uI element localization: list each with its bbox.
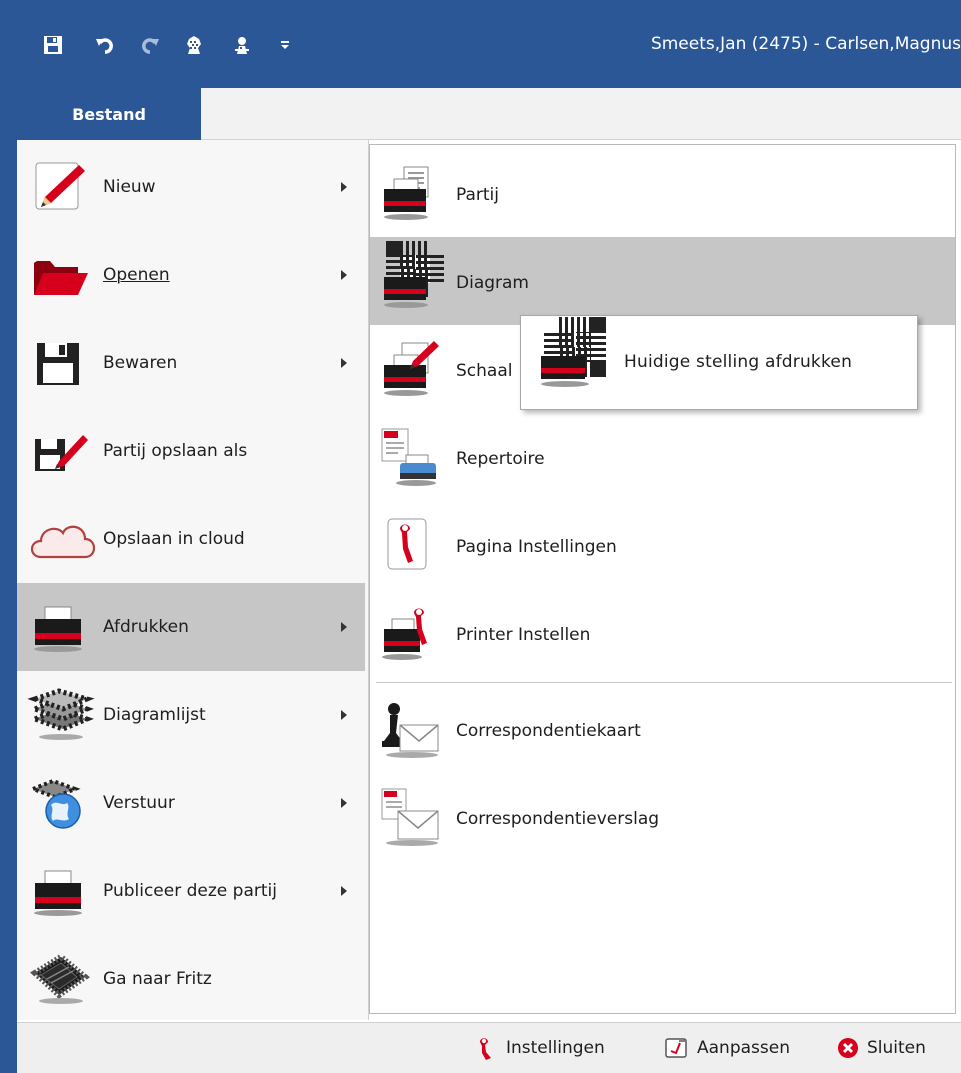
submenu-item-label: Diagram	[456, 273, 529, 293]
menu-item-label: Openen	[103, 265, 170, 285]
customize-dropdown-icon[interactable]	[278, 30, 292, 60]
customize-icon	[665, 1038, 687, 1058]
correspondence-card-icon	[380, 701, 440, 759]
submenu-item-label: Correspondentieverslag	[456, 809, 660, 829]
menu-item-openen[interactable]: Openen	[17, 231, 365, 319]
instellingen-label: Instellingen	[506, 1038, 605, 1058]
save-as-icon	[31, 425, 89, 479]
menu-item-label: Opslaan in cloud	[103, 529, 245, 549]
backstage-accent-strip	[0, 88, 17, 1073]
print-game-icon	[380, 165, 440, 223]
menu-item-label: Afdrukken	[103, 617, 189, 637]
floppy-disk-icon	[31, 337, 89, 391]
submenu-arrow-icon	[341, 798, 347, 808]
close-icon	[838, 1038, 858, 1058]
new-pencil-icon	[31, 161, 89, 215]
cloud-icon	[30, 513, 96, 567]
window-title: Smeets,Jan (2475) - Carlsen,Magnus	[650, 34, 961, 54]
submenu-item-partij[interactable]: Partij	[370, 149, 955, 237]
menu-item-label: Nieuw	[103, 177, 156, 197]
submenu-item-repertoire[interactable]: Repertoire	[370, 413, 955, 501]
submenu-item-label: Schaal	[456, 361, 513, 381]
redo-icon[interactable]	[137, 30, 163, 60]
backstage-menu: Nieuw Openen Bewaren Partij opslaan als …	[17, 140, 369, 1020]
submenu-item-label: Repertoire	[456, 449, 545, 469]
menu-item-publiceer-deze-partij[interactable]: Publiceer deze partij	[17, 847, 365, 935]
sluiten-label: Sluiten	[867, 1038, 926, 1058]
menu-item-bewaren[interactable]: Bewaren	[17, 319, 365, 407]
submenu-arrow-icon	[341, 710, 347, 720]
submenu-arrow-icon	[341, 622, 347, 632]
ribbon-tab-row: Bestand	[0, 88, 961, 140]
globe-send-icon	[27, 777, 89, 831]
wrench-icon	[480, 1038, 491, 1060]
submenu-item-diagram[interactable]: Diagram	[370, 237, 955, 325]
diagram-list-icon	[27, 688, 95, 743]
submenu-arrow-icon	[341, 270, 347, 280]
print-repertoire-icon	[380, 428, 440, 487]
page-setup-icon	[380, 517, 440, 575]
submenu-item-pagina-instellingen[interactable]: Pagina Instellingen	[370, 501, 955, 589]
print-current-position-icon[interactable]	[537, 317, 606, 390]
save-icon[interactable]	[40, 30, 66, 60]
menu-item-nieuw[interactable]: Nieuw	[17, 143, 365, 231]
instellingen-button[interactable]: Instellingen	[474, 1035, 605, 1061]
aanpassen-label: Aanpassen	[697, 1038, 790, 1058]
printer-setup-icon	[380, 605, 440, 663]
menu-item-opslaan-in-cloud[interactable]: Opslaan in cloud	[17, 495, 365, 583]
print-current-position-label[interactable]: Huidige stelling afdrukken	[624, 352, 852, 372]
diagram-flyout: Huidige stelling afdrukken	[520, 315, 918, 410]
submenu-item-label: Correspondentiekaart	[456, 721, 641, 741]
submenu-item-printer-instellen[interactable]: Printer Instellen	[370, 589, 955, 677]
menu-item-label: Verstuur	[103, 793, 175, 813]
bottom-bar: Instellingen Aanpassen Sluiten	[17, 1022, 961, 1073]
menu-item-diagramlijst[interactable]: Diagramlijst	[17, 671, 365, 759]
print-diagram-icon	[380, 241, 444, 311]
menu-item-ga-naar-fritz[interactable]: Ga naar Fritz	[17, 935, 365, 1023]
submenu-arrow-icon	[341, 358, 347, 368]
engine-icon[interactable]	[180, 30, 208, 60]
printer-icon	[31, 601, 89, 655]
menu-item-label: Publiceer deze partij	[103, 881, 277, 901]
submenu-item-label: Pagina Instellingen	[456, 537, 617, 557]
publish-printer-icon	[31, 865, 89, 919]
tab-bestand[interactable]: Bestand	[17, 88, 201, 140]
submenu-arrow-icon	[341, 182, 347, 192]
aanpassen-button[interactable]: Aanpassen	[665, 1035, 790, 1061]
submenu-item-label: Printer Instellen	[456, 625, 591, 645]
submenu-arrow-icon	[341, 886, 347, 896]
sluiten-button[interactable]: Sluiten	[837, 1035, 926, 1061]
print-scoresheet-icon	[380, 341, 440, 399]
menu-item-verstuur[interactable]: Verstuur	[17, 759, 365, 847]
submenu-item-label: Partij	[456, 185, 500, 205]
submenu-item-correspondentiekaart[interactable]: Correspondentiekaart	[370, 685, 955, 773]
chip-icon	[30, 953, 90, 1007]
menu-item-label: Bewaren	[103, 353, 178, 373]
print-submenu: Partij Diagram Schaal Repertoire Pagina …	[369, 144, 956, 1014]
menu-item-label: Diagramlijst	[103, 705, 206, 725]
submenu-separator	[376, 682, 952, 683]
title-bar: Smeets,Jan (2475) - Carlsen,Magnus	[0, 0, 961, 88]
folder-open-icon	[31, 249, 89, 303]
undo-icon[interactable]	[92, 30, 118, 60]
submenu-item-correspondentieverslag[interactable]: Correspondentieverslag	[370, 773, 955, 861]
menu-item-label: Partij opslaan als	[103, 441, 248, 461]
correspondence-report-icon	[380, 788, 440, 847]
menu-item-partij-opslaan-als[interactable]: Partij opslaan als	[17, 407, 365, 495]
engine-settings-icon[interactable]	[228, 30, 256, 60]
menu-item-label: Ga naar Fritz	[103, 969, 212, 989]
menu-item-afdrukken[interactable]: Afdrukken	[17, 583, 365, 671]
